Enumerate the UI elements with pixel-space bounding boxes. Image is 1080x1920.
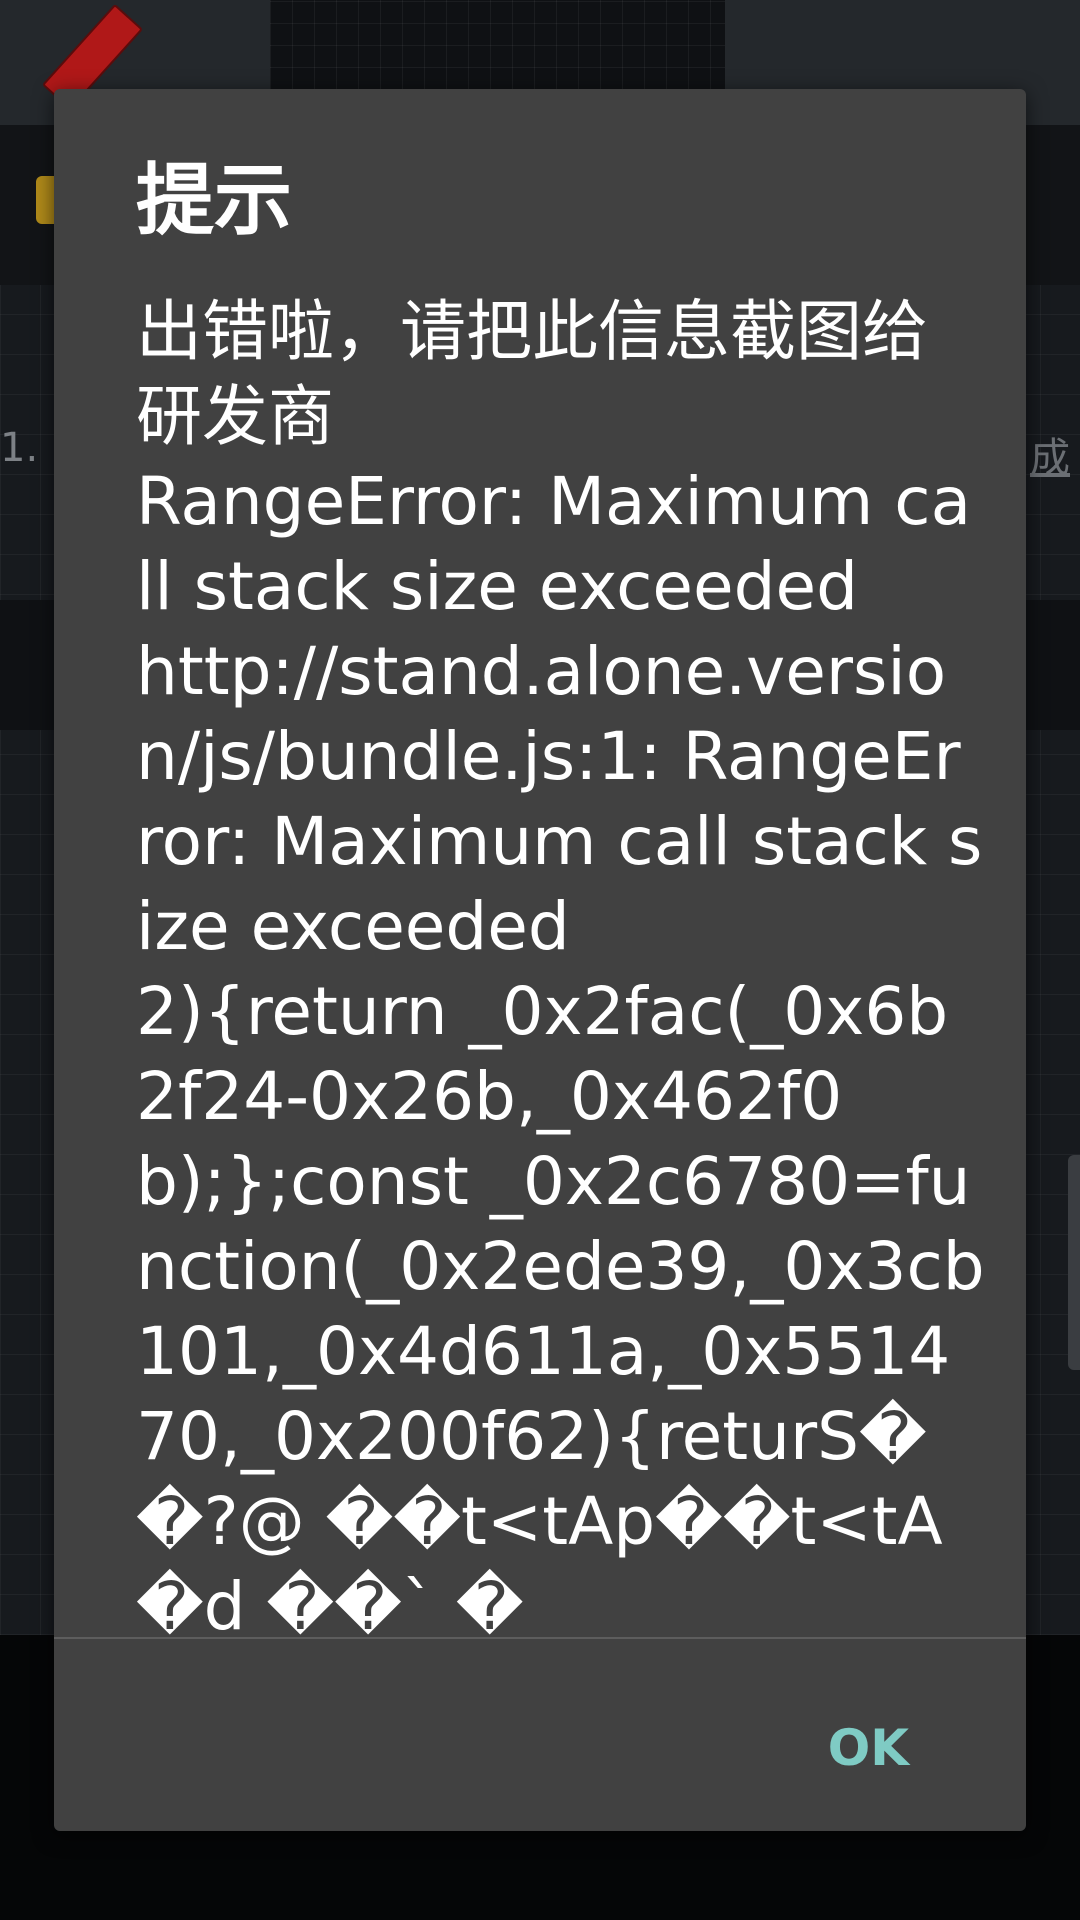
background-scroll-handle xyxy=(1068,1155,1080,1370)
dialog-message: 出错啦，请把此信息截图给研发商 RangeError: Maximum call… xyxy=(136,293,985,1645)
dialog-title: 提示 xyxy=(136,156,293,246)
background-row-number: 1. xyxy=(0,425,39,471)
dialog-message-scroll[interactable]: 出错啦，请把此信息截图给研发商 RangeError: Maximum call… xyxy=(136,289,986,1727)
error-dialog: 提示 出错啦，请把此信息截图给研发商 RangeError: Maximum c… xyxy=(54,89,1026,1831)
dialog-divider xyxy=(54,1637,1026,1639)
screen: 1. 成 提示 出错啦，请把此信息截图给研发商 RangeError: Maxi… xyxy=(0,0,1080,1920)
ok-button[interactable]: OK xyxy=(816,1709,921,1787)
background-right-label: 成 xyxy=(1030,435,1070,481)
background-puzzle-preview xyxy=(270,0,725,90)
